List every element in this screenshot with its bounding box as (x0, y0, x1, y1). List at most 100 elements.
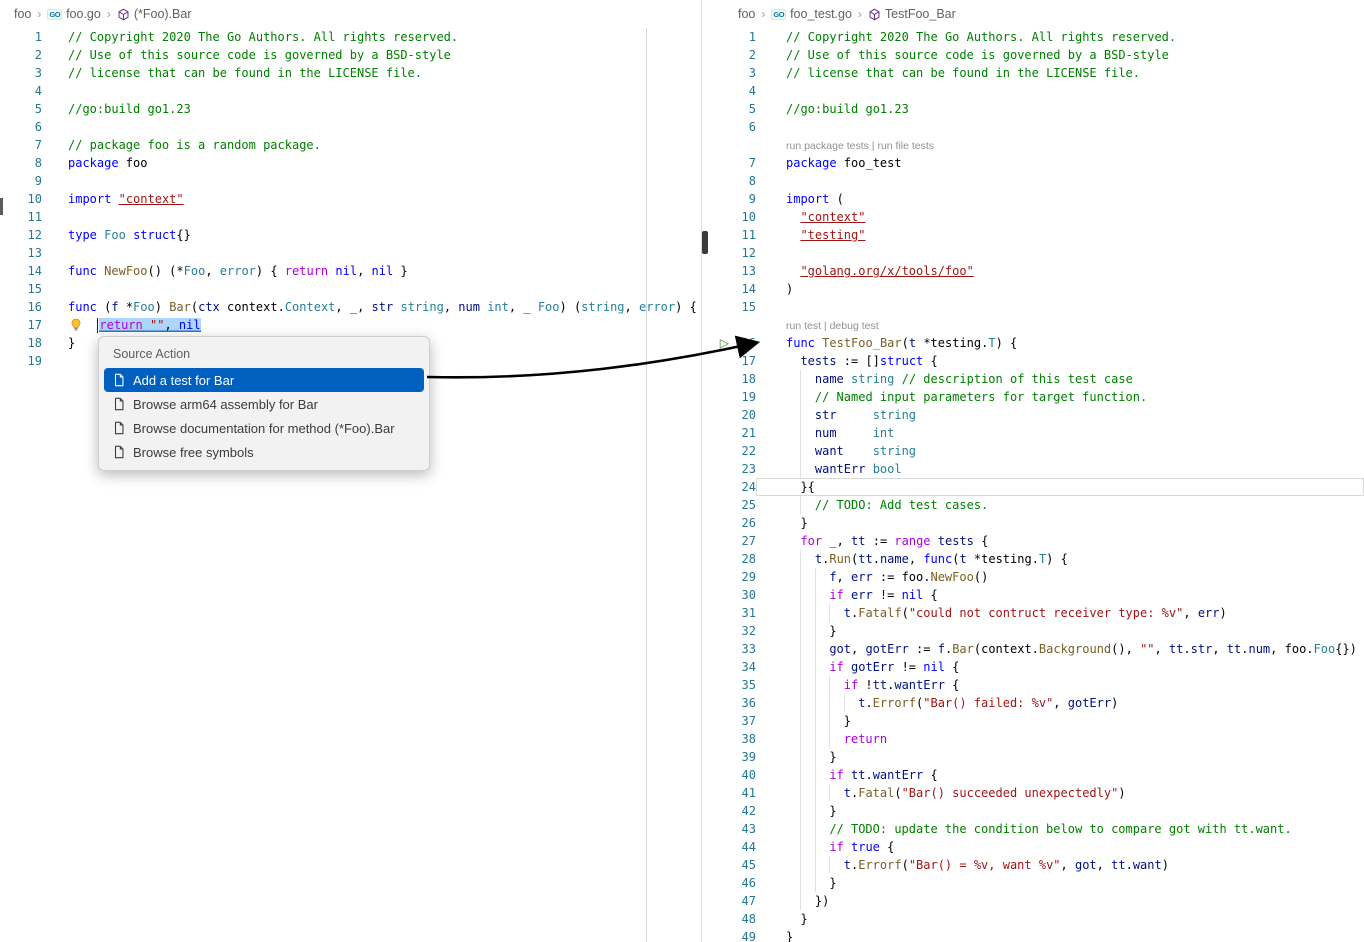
code-line[interactable]: 4 (0, 82, 701, 100)
code-line[interactable]: 26} (702, 514, 1364, 532)
code-line[interactable]: 6 (0, 118, 701, 136)
code-line[interactable]: 18name string // description of this tes… (702, 370, 1364, 388)
code-line[interactable]: 36t.Errorf("Bar() failed: %v", gotErr) (702, 694, 1364, 712)
code-text: // TODO: update the condition below to c… (756, 820, 1364, 838)
code-line[interactable]: 10import "context" (0, 190, 701, 208)
code-line[interactable]: 5//go:build go1.23 (702, 100, 1364, 118)
breadcrumb-item[interactable]: GOfoo.go (47, 7, 100, 21)
menu-item[interactable]: Add a test for Bar (104, 368, 424, 392)
code-line[interactable]: 16func (f *Foo) Bar(ctx context.Context,… (0, 298, 701, 316)
code-line[interactable]: 8package foo (0, 154, 701, 172)
code-text: }) (756, 892, 1364, 910)
breadcrumb-label: foo_test.go (790, 7, 852, 21)
breadcrumb-item[interactable]: foo (738, 7, 755, 21)
gutter-glyph-margin (702, 460, 734, 478)
breadcrumb-item[interactable]: GOfoo_test.go (771, 7, 852, 21)
code-line[interactable]: 7package foo_test (702, 154, 1364, 172)
code-line[interactable]: 3// license that can be found in the LIC… (0, 64, 701, 82)
line-number: 4 (0, 82, 42, 100)
code-text: "golang.org/x/tools/foo" (756, 262, 1364, 280)
code-line[interactable]: ▷16func TestFoo_Bar(t *testing.T) { (702, 334, 1364, 352)
breadcrumb-item[interactable]: foo (14, 7, 31, 21)
code-line[interactable]: 19// Named input parameters for target f… (702, 388, 1364, 406)
code-line[interactable]: 12 (702, 244, 1364, 262)
code-line[interactable]: 20str string (702, 406, 1364, 424)
code-line[interactable]: 35if !tt.wantErr { (702, 676, 1364, 694)
code-line[interactable]: 38return (702, 730, 1364, 748)
code-line[interactable]: 22want string (702, 442, 1364, 460)
code-line[interactable]: 15 (702, 298, 1364, 316)
indent-guide (786, 604, 800, 622)
code-text: ) (756, 280, 1364, 298)
line-number: 18 (734, 370, 756, 388)
code-line[interactable]: 49} (702, 928, 1364, 942)
code-lens-link[interactable]: run test | debug test (786, 320, 879, 332)
code-line[interactable]: 44if true { (702, 838, 1364, 856)
code-line[interactable]: 7// package foo is a random package. (0, 136, 701, 154)
code-line[interactable]: 27for _, tt := range tests { (702, 532, 1364, 550)
code-line[interactable]: 8 (702, 172, 1364, 190)
code-line[interactable]: 24}{ (702, 478, 1364, 496)
indent-guide (800, 712, 814, 730)
code-line[interactable]: 10"context" (702, 208, 1364, 226)
code-line[interactable]: 9import ( (702, 190, 1364, 208)
code-line[interactable]: 15 (0, 280, 701, 298)
vscode-workbench: { "colors":{ "comment":"#008000","keywor… (0, 0, 1364, 942)
code-line[interactable]: 45t.Errorf("Bar() = %v, want %v", got, t… (702, 856, 1364, 874)
menu-item[interactable]: Browse documentation for method (*Foo).B… (104, 416, 424, 440)
code-line[interactable]: 34if gotErr != nil { (702, 658, 1364, 676)
indent-guide (786, 406, 800, 424)
breadcrumb-item[interactable]: (*Foo).Bar (117, 7, 192, 21)
code-lens-link[interactable]: run package tests | run file tests (786, 140, 934, 152)
code-line[interactable]: 11"testing" (702, 226, 1364, 244)
run-test-icon[interactable]: ▷ (720, 335, 734, 352)
code-editor-right[interactable]: 1// Copyright 2020 The Go Authors. All r… (702, 28, 1364, 942)
code-line[interactable]: 17return "", nil (0, 316, 701, 334)
code-line[interactable]: 40if tt.wantErr { (702, 766, 1364, 784)
code-line[interactable]: 33got, gotErr := f.Bar(context.Backgroun… (702, 640, 1364, 658)
code-line[interactable]: 23wantErr bool (702, 460, 1364, 478)
code-line[interactable]: 14func NewFoo() (*Foo, error) { return n… (0, 262, 701, 280)
code-line[interactable]: 4 (702, 82, 1364, 100)
code-text: func TestFoo_Bar(t *testing.T) { (756, 334, 1364, 352)
code-line[interactable]: 37} (702, 712, 1364, 730)
code-line[interactable]: 14) (702, 280, 1364, 298)
indent-guide (786, 838, 800, 856)
code-line[interactable]: 13 (0, 244, 701, 262)
breadcrumb-item[interactable]: TestFoo_Bar (868, 7, 956, 21)
line-number: 20 (734, 406, 756, 424)
code-line[interactable]: 41t.Fatal("Bar() succeeded unexpectedly"… (702, 784, 1364, 802)
code-line[interactable]: 2// Use of this source code is governed … (702, 46, 1364, 64)
code-line[interactable]: 46} (702, 874, 1364, 892)
code-line[interactable]: 3// license that can be found in the LIC… (702, 64, 1364, 82)
code-line[interactable]: 1// Copyright 2020 The Go Authors. All r… (702, 28, 1364, 46)
code-line[interactable]: 21num int (702, 424, 1364, 442)
code-line[interactable]: 47}) (702, 892, 1364, 910)
code-line[interactable]: 17tests := []struct { (702, 352, 1364, 370)
code-line[interactable]: 31t.Fatalf("could not contruct receiver … (702, 604, 1364, 622)
code-line[interactable]: 29f, err := foo.NewFoo() (702, 568, 1364, 586)
code-line[interactable]: 1// Copyright 2020 The Go Authors. All r… (0, 28, 701, 46)
menu-item[interactable]: Browse free symbols (104, 440, 424, 464)
code-text: wantErr bool (756, 460, 1364, 478)
code-line[interactable]: 43// TODO: update the condition below to… (702, 820, 1364, 838)
code-line[interactable]: 39} (702, 748, 1364, 766)
code-line[interactable]: 12type Foo struct{} (0, 226, 701, 244)
code-line[interactable]: 11 (0, 208, 701, 226)
code-line[interactable]: 13"golang.org/x/tools/foo" (702, 262, 1364, 280)
code-line[interactable]: 28t.Run(tt.name, func(t *testing.T) { (702, 550, 1364, 568)
menu-item[interactable]: Browse arm64 assembly for Bar (104, 392, 424, 416)
code-line[interactable]: 5//go:build go1.23 (0, 100, 701, 118)
code-line[interactable]: 9 (0, 172, 701, 190)
code-line[interactable]: 6 (702, 118, 1364, 136)
code-line[interactable]: 48} (702, 910, 1364, 928)
indent-guide (800, 640, 814, 658)
indent-guide (800, 892, 814, 910)
line-number: 4 (734, 82, 756, 100)
code-line[interactable]: 30if err != nil { (702, 586, 1364, 604)
code-editor-left[interactable]: 1// Copyright 2020 The Go Authors. All r… (0, 28, 701, 370)
code-line[interactable]: 25// TODO: Add test cases. (702, 496, 1364, 514)
code-line[interactable]: 42} (702, 802, 1364, 820)
code-line[interactable]: 32} (702, 622, 1364, 640)
code-line[interactable]: 2// Use of this source code is governed … (0, 46, 701, 64)
